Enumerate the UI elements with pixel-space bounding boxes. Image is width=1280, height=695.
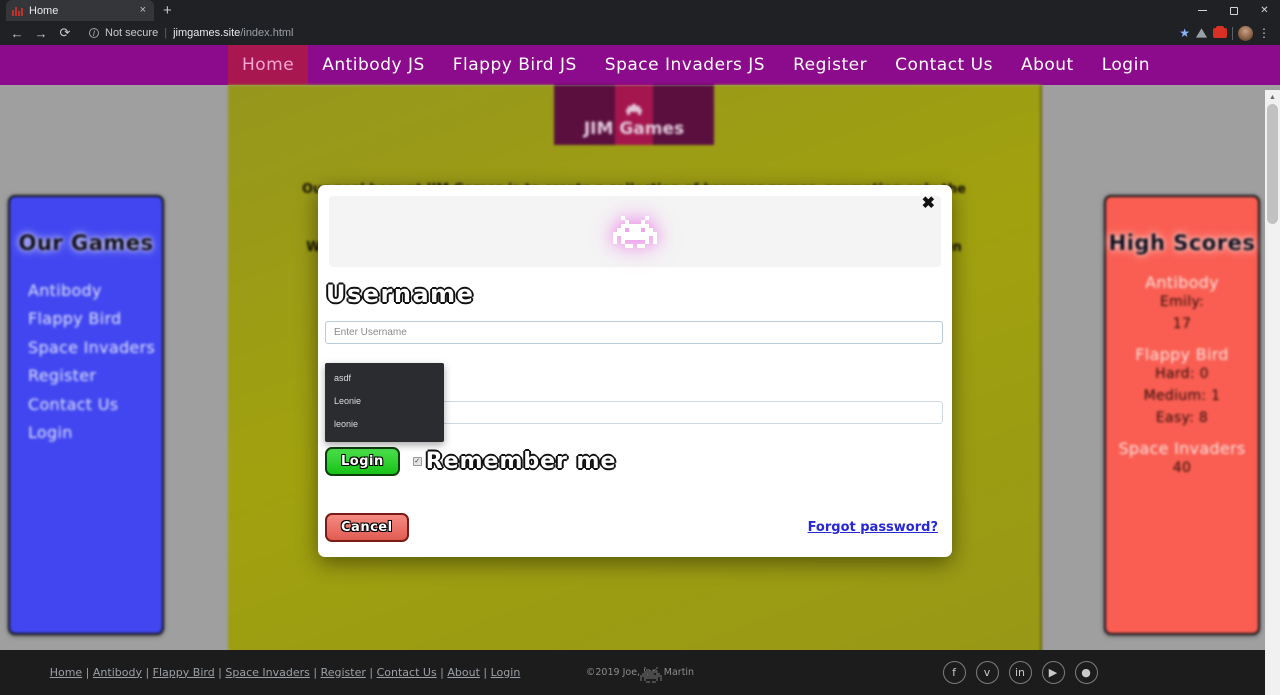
- toolbar-divider: [1232, 26, 1233, 40]
- username-label: Username: [326, 280, 475, 308]
- footer-link-home[interactable]: Home: [50, 666, 82, 679]
- login-modal: ✖ Username Enter Username Login ✓ Rememb…: [318, 185, 952, 557]
- autofill-option[interactable]: leonie: [325, 413, 444, 436]
- remember-me-checkbox[interactable]: ✓: [412, 457, 422, 466]
- footer-sep: |: [436, 665, 448, 679]
- autofill-dropdown[interactable]: asdf Leonie leonie: [325, 363, 444, 442]
- toolbar-actions: ★ ⋮: [1179, 25, 1274, 41]
- tab-close-icon[interactable]: ×: [138, 5, 148, 16]
- url-path: /index.html: [240, 27, 294, 39]
- nav-item-contact-us[interactable]: Contact Us: [881, 45, 1007, 85]
- footer-sep: |: [365, 665, 377, 679]
- github-icon[interactable]: ●: [1074, 661, 1098, 684]
- nav-item-flappy-bird-js[interactable]: Flappy Bird JS: [439, 45, 591, 85]
- close-window-button[interactable]: ✕: [1249, 0, 1280, 21]
- youtube-icon[interactable]: ▶: [1041, 661, 1065, 684]
- nav-item-register[interactable]: Register: [779, 45, 881, 85]
- footer-sep: |: [309, 665, 321, 679]
- extension-icon[interactable]: [1213, 26, 1227, 38]
- modal-footer: Cancel Forgot password?: [325, 513, 945, 542]
- autofill-option[interactable]: asdf: [325, 367, 444, 390]
- footer-sep: |: [82, 665, 93, 679]
- twitter-icon[interactable]: ᴠ: [975, 661, 999, 684]
- browser-window: Home × + ✕ ← → ⟳ i Not secure | jimgames…: [0, 0, 1280, 695]
- profile-avatar[interactable]: [1238, 25, 1253, 41]
- site-navbar: Home Antibody JS Flappy Bird JS Space In…: [0, 45, 1280, 85]
- navbar-items: Home Antibody JS Flappy Bird JS Space In…: [228, 45, 1164, 85]
- tab-title: Home: [29, 4, 59, 17]
- username-input[interactable]: Enter Username: [325, 321, 943, 344]
- page-scrollbar[interactable]: ▲ ▼: [1265, 90, 1280, 695]
- site-footer: Home | Antibody | Flappy Bird | Space In…: [0, 650, 1280, 695]
- maximize-button[interactable]: [1218, 0, 1249, 21]
- window-controls: ✕: [1187, 0, 1280, 21]
- footer-link-about[interactable]: About: [447, 666, 480, 679]
- chrome-menu-icon[interactable]: ⋮: [1258, 27, 1270, 39]
- footer-branding: ©2019 Joe, Ian, Martin: [560, 667, 720, 683]
- remember-me-label: Remember me: [425, 449, 617, 474]
- url-domain: jimgames.site: [173, 27, 241, 39]
- modal-actions: Login ✓ Remember me: [325, 447, 945, 476]
- drive-extension-icon[interactable]: [1195, 27, 1208, 39]
- tab-strip: Home × + ✕: [0, 0, 1280, 21]
- web-page: Home Antibody JS Flappy Bird JS Space In…: [0, 45, 1280, 695]
- forgot-password-link[interactable]: Forgot password?: [808, 520, 938, 535]
- scrollbar-thumb[interactable]: [1267, 104, 1278, 224]
- reload-icon[interactable]: ⟳: [54, 22, 76, 44]
- omnibox-separator: |: [164, 27, 168, 39]
- facebook-icon[interactable]: f: [942, 661, 966, 684]
- nav-item-login[interactable]: Login: [1088, 45, 1164, 85]
- security-status: Not secure: [105, 27, 159, 39]
- nav-item-about[interactable]: About: [1007, 45, 1088, 85]
- footer-link-space-invaders[interactable]: Space Invaders: [225, 666, 310, 679]
- close-icon[interactable]: ✖: [914, 190, 943, 218]
- footer-sep: |: [141, 665, 153, 679]
- nav-item-home[interactable]: Home: [228, 45, 309, 85]
- nav-item-space-invaders-js[interactable]: Space Invaders JS: [591, 45, 779, 85]
- space-invader-icon: [613, 215, 657, 248]
- scroll-up-arrow[interactable]: ▲: [1265, 90, 1280, 104]
- modal-header: ✖: [329, 196, 941, 267]
- page-body: JIM Games Our goal here at JIM Games is …: [0, 85, 1280, 695]
- site-favicon-icon: [12, 5, 23, 16]
- social-links: f ᴠ in ▶ ●: [760, 661, 1280, 684]
- minimize-button[interactable]: [1187, 0, 1218, 21]
- browser-tab[interactable]: Home ×: [6, 0, 154, 21]
- footer-links: Home | Antibody | Flappy Bird | Space In…: [0, 665, 560, 681]
- cancel-button[interactable]: Cancel: [325, 513, 409, 542]
- remember-me-group[interactable]: ✓ Remember me: [412, 449, 617, 474]
- bookmark-star-icon[interactable]: ★: [1179, 26, 1190, 40]
- footer-link-contact-us[interactable]: Contact Us: [377, 666, 437, 679]
- username-placeholder: Enter Username: [334, 327, 407, 338]
- nav-item-antibody-js[interactable]: Antibody JS: [308, 45, 439, 85]
- footer-sep: |: [214, 665, 226, 679]
- back-icon[interactable]: ←: [6, 22, 28, 44]
- modal-login-button[interactable]: Login: [325, 447, 400, 476]
- forward-icon[interactable]: →: [30, 22, 52, 44]
- browser-toolbar: ← → ⟳ i Not secure | jimgames.site/index…: [0, 21, 1280, 45]
- autofill-option[interactable]: Leonie: [325, 390, 444, 413]
- address-bar[interactable]: i Not secure | jimgames.site/index.html: [81, 24, 1177, 42]
- footer-link-login[interactable]: Login: [491, 666, 521, 679]
- footer-link-register[interactable]: Register: [321, 666, 366, 679]
- footer-link-antibody[interactable]: Antibody: [93, 666, 142, 679]
- footer-link-flappy-bird[interactable]: Flappy Bird: [153, 666, 215, 679]
- info-icon[interactable]: i: [89, 28, 99, 39]
- linkedin-icon[interactable]: in: [1008, 661, 1032, 684]
- new-tab-button[interactable]: +: [163, 2, 172, 19]
- footer-sep: |: [479, 665, 491, 679]
- url-text: jimgames.site/index.html: [173, 27, 293, 39]
